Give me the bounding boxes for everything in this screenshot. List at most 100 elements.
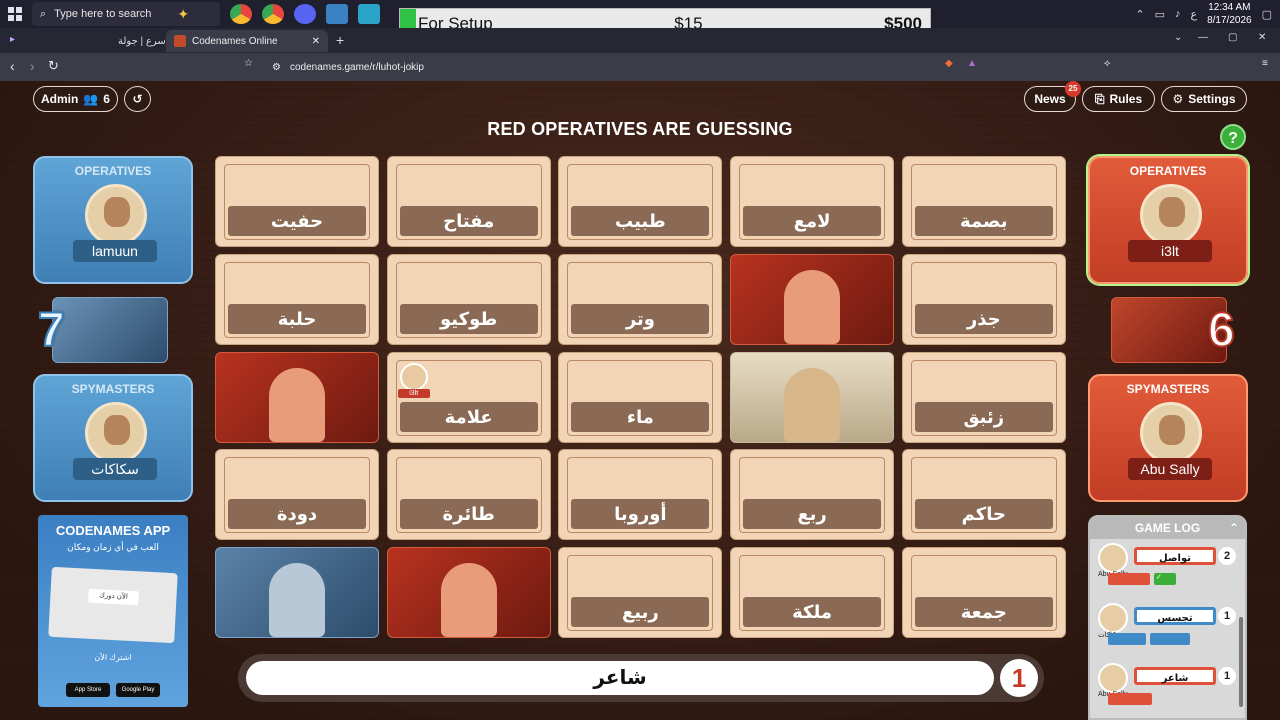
spymaster-avatar — [1140, 402, 1202, 464]
browser-toolbar: ‹ › ↻ ☆ ⚙ codenames.game/r/luhot-jokip ◆… — [0, 53, 1280, 81]
chevron-up-icon[interactable]: ⌃ — [1135, 8, 1144, 21]
rules-button[interactable]: ⎘ Rules — [1082, 86, 1155, 112]
agent-figure — [784, 367, 841, 442]
reset-icon: ↺ — [132, 92, 143, 106]
game-log-title[interactable]: GAME LOG ⌃ — [1090, 517, 1245, 539]
word-card[interactable]: دودة — [215, 449, 379, 541]
red-spymasters-panel[interactable]: SPYMASTERS Abu Sally — [1088, 374, 1248, 502]
news-button[interactable]: News 25 — [1024, 81, 1081, 112]
help-icon[interactable]: ? — [1220, 124, 1246, 150]
word-card[interactable]: حاكم — [901, 449, 1066, 541]
clue-word: شاعر — [246, 661, 994, 695]
app-icon-2[interactable] — [358, 4, 380, 24]
blue-spymasters-panel[interactable]: SPYMASTERS سكاكات — [33, 374, 193, 502]
spymaster-name: سكاكات — [73, 458, 157, 480]
gear-icon: ⚙ — [1172, 92, 1184, 106]
tab-search-icon[interactable]: ⌄ — [1174, 32, 1182, 43]
chrome-profile-icon[interactable] — [262, 4, 284, 24]
maximize-icon[interactable]: ▢ — [1228, 32, 1237, 43]
game-log-title-text: GAME LOG — [1134, 521, 1201, 535]
log-clue-number: 1 — [1218, 667, 1236, 685]
tab-label: اسرع | جولة — [118, 35, 169, 47]
word-card[interactable]: مفتاح — [386, 156, 551, 247]
taskbar-clock[interactable]: 12:34 AM 8/17/2026 — [1207, 1, 1252, 27]
word-card[interactable]: بصمة — [901, 156, 1066, 247]
panel-title: OPERATIVES — [74, 164, 152, 178]
brave-shield-icon[interactable]: ◆ — [945, 58, 953, 69]
codenames-favicon-icon — [174, 35, 186, 47]
card-word: طوكيو — [399, 303, 538, 334]
card-word: بصمة — [914, 206, 1053, 236]
settings-label: Settings — [1188, 92, 1236, 106]
windows-start-icon[interactable] — [8, 7, 22, 21]
clock-date: 8/17/2026 — [1207, 15, 1252, 26]
minimize-icon[interactable]: — — [1198, 32, 1208, 43]
word-card[interactable]: لامع — [730, 156, 895, 247]
settings-button[interactable]: ⚙ Settings — [1161, 86, 1247, 112]
word-card[interactable]: ملكة — [730, 547, 895, 639]
game-page: Admin 👥 6 ↺ News 25 ⎘ Rules ⚙ Settings R… — [0, 81, 1280, 720]
word-card[interactable]: ربيع — [558, 547, 723, 639]
codenames-app-ad[interactable]: CODENAMES APP العب في أي زمان ومكان الآن… — [38, 515, 188, 707]
discord-icon[interactable] — [294, 4, 316, 24]
extensions-icon[interactable]: ⟡ — [1104, 58, 1111, 69]
word-card[interactable]: أوروبا — [558, 449, 723, 541]
reload-icon[interactable]: ↻ — [48, 58, 59, 74]
panel-title: SPYMASTERS — [1126, 382, 1210, 396]
notification-icon[interactable]: ▢ — [1262, 8, 1272, 21]
bystander-revealed-card — [730, 351, 895, 443]
bookmark-icon: ⎘ — [1094, 91, 1105, 106]
taskbar-search-box[interactable]: ⌕ Type here to search ✦ — [32, 2, 220, 26]
word-card[interactable]: طائرة — [386, 449, 551, 541]
chrome-icon[interactable] — [230, 4, 252, 24]
reset-button[interactable]: ↺ — [124, 86, 151, 112]
language-indicator[interactable]: ع — [1191, 8, 1198, 21]
admin-button[interactable]: Admin 👥 6 — [33, 86, 118, 112]
app-icon[interactable] — [326, 4, 348, 24]
tab-codenames[interactable]: Codenames Online ✕ — [166, 30, 328, 52]
red-revealed-card — [730, 253, 895, 345]
word-card[interactable]: جذر — [901, 253, 1066, 345]
card-word: طبيب — [571, 206, 710, 236]
card-word: وتر — [571, 303, 710, 334]
sidebar-toggle-icon[interactable]: ▸ — [10, 34, 15, 45]
word-card[interactable]: وتر — [558, 253, 723, 345]
brave-rewards-icon[interactable]: ▲ — [967, 58, 977, 69]
word-card[interactable]: حلبة — [215, 253, 379, 345]
blue-operatives-panel[interactable]: OPERATIVES lamuun — [33, 156, 193, 284]
player-vote-avatar — [399, 362, 428, 391]
app-store-badge[interactable]: App Store — [66, 683, 110, 697]
new-tab-icon[interactable]: + — [336, 32, 344, 48]
chevron-up-icon[interactable]: ⌃ — [1229, 517, 1239, 539]
bookmark-icon[interactable]: ☆ — [244, 58, 253, 69]
menu-icon[interactable]: ≡ — [1262, 58, 1268, 69]
url-bar[interactable]: ⚙ codenames.game/r/luhot-jokip — [266, 57, 938, 77]
word-card[interactable]: جمعة — [901, 547, 1066, 639]
word-card[interactable]: ماء — [558, 351, 723, 443]
spymaster-avatar — [85, 402, 147, 464]
close-tab-icon[interactable]: ✕ — [312, 36, 320, 47]
log-scrollbar[interactable] — [1239, 617, 1243, 707]
player-count: 6 — [103, 92, 110, 106]
clue-number: 1 — [1000, 659, 1038, 697]
agent-figure — [784, 269, 841, 344]
game-log-panel[interactable]: GAME LOG ⌃ Abu Sally تواصل 2 ✓ سكاكات تج… — [1088, 515, 1247, 720]
word-card[interactable]: زئبق — [901, 351, 1066, 443]
back-icon[interactable]: ‹ — [10, 58, 15, 74]
close-window-icon[interactable]: ✕ — [1258, 32, 1266, 43]
word-card[interactable]: ربع — [730, 449, 895, 541]
forward-icon[interactable]: › — [30, 58, 35, 74]
word-card[interactable]: حفيت — [215, 156, 379, 247]
word-card[interactable]: علامة i3lt — [386, 351, 551, 443]
log-avatar — [1098, 603, 1128, 633]
log-clue: تجسس — [1134, 607, 1216, 625]
network-icon[interactable]: ▭ — [1155, 8, 1165, 21]
word-card[interactable]: طوكيو — [386, 253, 551, 345]
news-label: News — [1034, 92, 1066, 106]
tab-label: Codenames Online — [192, 35, 278, 47]
volume-icon[interactable]: ♪ — [1175, 8, 1181, 20]
google-play-badge[interactable]: Google Play — [116, 683, 160, 697]
red-operatives-panel[interactable]: OPERATIVES i3lt — [1088, 156, 1248, 284]
word-card[interactable]: طبيب — [558, 156, 723, 247]
url-text: codenames.game/r/luhot-jokip — [290, 61, 424, 73]
